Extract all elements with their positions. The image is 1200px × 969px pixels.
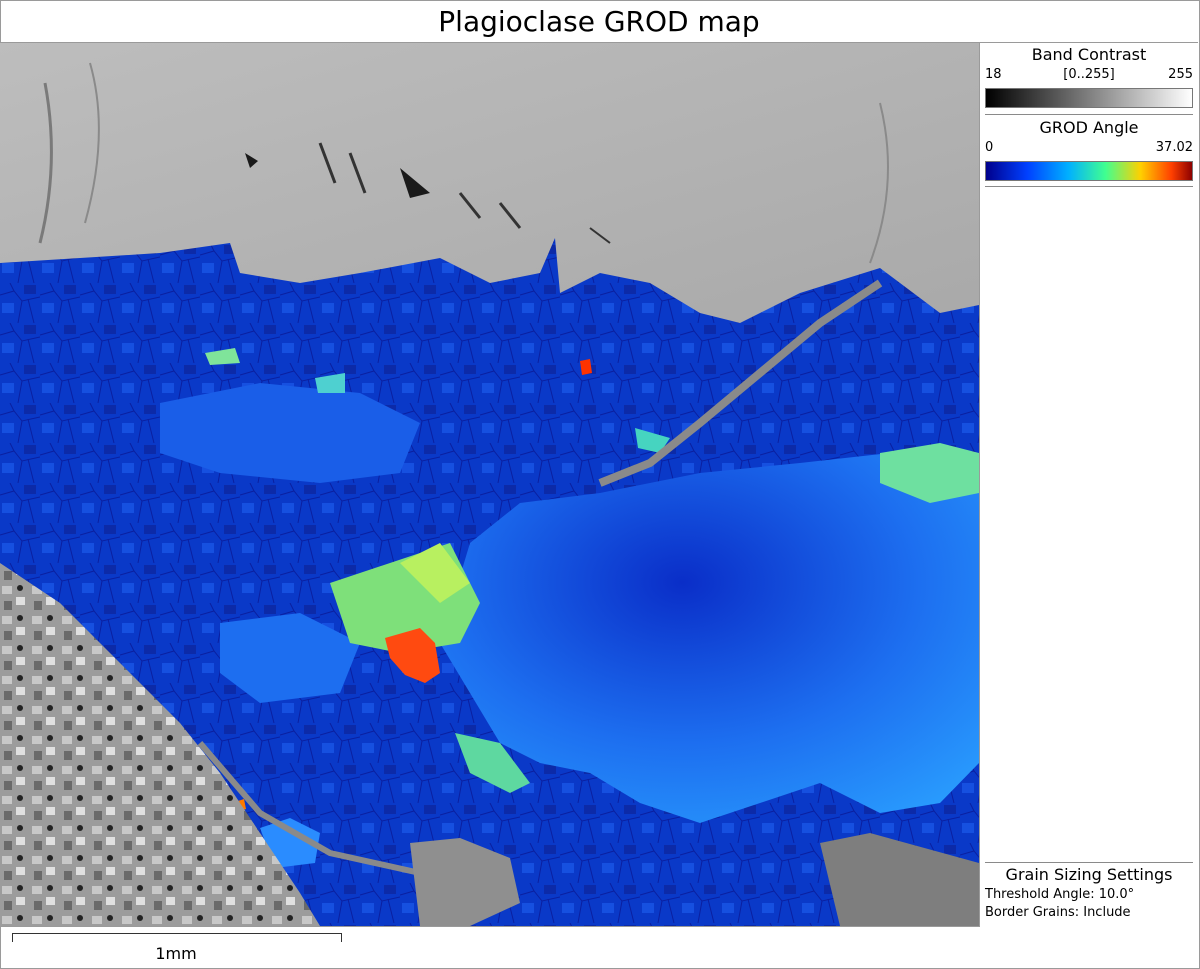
band-contrast-title: Band Contrast <box>980 45 1198 64</box>
legend-separator-2 <box>985 186 1193 187</box>
band-contrast-max: 255 <box>1168 67 1193 82</box>
grain-sizing-title: Grain Sizing Settings <box>980 865 1198 884</box>
grod-angle-max: 37.02 <box>1156 140 1193 155</box>
grod-angle-title: GROD Angle <box>980 118 1198 137</box>
legend-separator <box>985 114 1193 115</box>
band-contrast-range: [0..255] <box>980 67 1198 82</box>
grain-high-grod-2 <box>580 359 592 375</box>
scale-label: 1mm <box>12 944 340 963</box>
grod-map <box>0 43 980 927</box>
grod-map-image <box>0 43 979 926</box>
legend-panel: Band Contrast 18 [0..255] 255 GROD Angle… <box>980 43 1198 926</box>
grod-angle-min: 0 <box>985 140 993 155</box>
band-contrast-colorbar <box>985 88 1193 108</box>
scale-bar <box>12 933 342 942</box>
threshold-angle: Threshold Angle: 10.0° <box>985 887 1134 902</box>
grod-angle-colorbar <box>985 161 1193 181</box>
border-grains: Border Grains: Include <box>985 905 1131 920</box>
settings-separator <box>985 862 1193 863</box>
map-title: Plagioclase GROD map <box>0 0 1198 43</box>
